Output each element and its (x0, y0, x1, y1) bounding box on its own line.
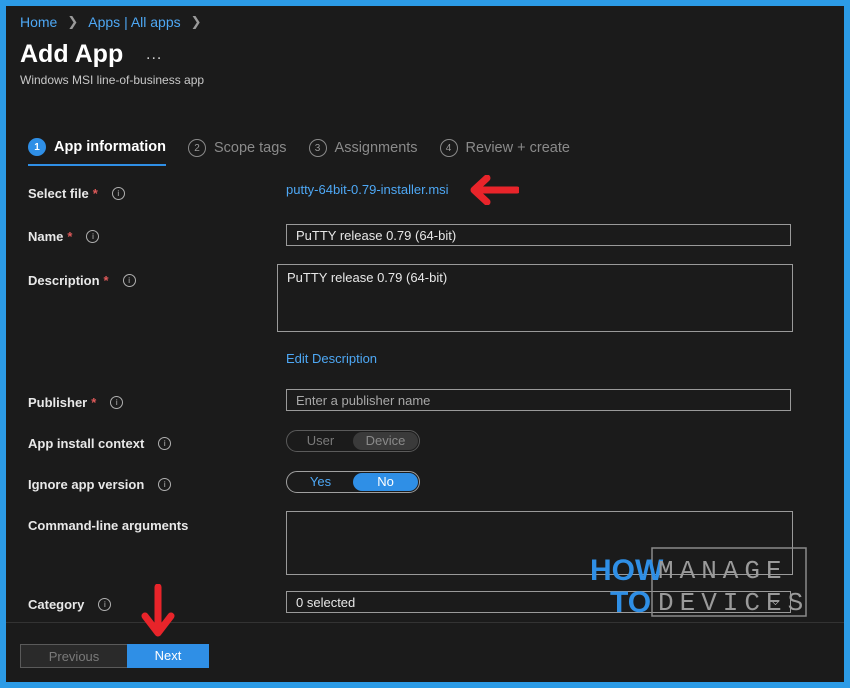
breadcrumb-home[interactable]: Home (20, 14, 57, 30)
edit-description-link[interactable]: Edit Description (286, 351, 377, 366)
ignore-version-toggle: Yes No (286, 471, 420, 493)
previous-button[interactable]: Previous (20, 644, 128, 668)
chevron-right-icon: ❯ (67, 14, 79, 29)
red-arrow-down-icon (141, 584, 175, 637)
category-value: 0 selected (296, 595, 356, 610)
required-marker: * (67, 229, 73, 244)
page-title: Add App (20, 40, 124, 68)
required-marker: * (103, 273, 109, 288)
tab-assignments[interactable]: 3 Assignments (308, 138, 418, 166)
step-number-icon: 2 (187, 139, 206, 157)
step-number-icon: 4 (439, 139, 458, 157)
install-context-toggle: User Device (286, 430, 420, 452)
svg-text:TO: TO (610, 586, 651, 619)
name-label: Name * i (28, 229, 100, 244)
tab-app-information[interactable]: 1 App information (28, 138, 166, 166)
red-arrow-left-icon (470, 175, 519, 205)
select-file-link[interactable]: putty-64bit-0.79-installer.msi (286, 182, 449, 197)
breadcrumb-apps[interactable]: Apps | All apps (88, 14, 180, 30)
tab-review-create[interactable]: 4 Review + create (439, 138, 570, 166)
tab-label: Scope tags (213, 140, 287, 156)
description-label: Description * i (28, 273, 136, 288)
svg-text:DEVICES: DEVICES (658, 588, 808, 618)
ignore-version-label: Ignore app version i (28, 477, 172, 492)
tab-label: Assignments (334, 140, 418, 156)
svg-text:MANAGE: MANAGE (658, 556, 788, 586)
description-textarea[interactable]: PuTTY release 0.79 (64-bit) (277, 264, 793, 332)
info-icon[interactable]: i (122, 274, 136, 287)
install-context-label: App install context i (28, 436, 172, 451)
toggle-option-device: Device (353, 432, 418, 450)
page-subtitle: Windows MSI line-of-business app (20, 73, 205, 87)
name-input[interactable]: PuTTY release 0.79 (64-bit) (286, 224, 791, 246)
publisher-label: Publisher * i (28, 395, 124, 410)
step-number-icon: 1 (28, 138, 46, 156)
info-icon[interactable]: i (158, 437, 172, 450)
select-file-label: Select file * i (28, 186, 125, 201)
tab-label: App information (54, 139, 166, 155)
next-button[interactable]: Next (127, 644, 209, 668)
required-marker: * (92, 186, 98, 201)
cmd-args-label: Command-line arguments (28, 518, 189, 533)
app-window: Home ❯ Apps | All apps ❯ Add App ... Win… (6, 6, 844, 682)
info-icon[interactable]: i (98, 598, 112, 611)
info-icon[interactable]: i (110, 396, 124, 409)
toggle-option-no[interactable]: No (353, 473, 418, 491)
info-icon[interactable]: i (111, 187, 125, 200)
required-marker: * (91, 395, 97, 410)
toggle-option-user: User (306, 433, 335, 448)
info-icon[interactable]: i (158, 478, 172, 491)
publisher-input[interactable]: Enter a publisher name (286, 389, 791, 411)
step-number-icon: 3 (308, 139, 327, 157)
howtomanagedevices-logo: HOW MANAGE TO DEVICES (590, 547, 808, 619)
breadcrumb: Home ❯ Apps | All apps ❯ (20, 14, 202, 30)
wizard-tabs: 1 App information 2 Scope tags 3 Assignm… (28, 138, 570, 166)
tab-label: Review + create (465, 140, 570, 156)
category-label: Category i (28, 597, 112, 612)
svg-text:HOW: HOW (590, 554, 664, 587)
info-icon[interactable]: i (86, 230, 100, 243)
toggle-option-yes[interactable]: Yes (288, 473, 353, 491)
tab-scope-tags[interactable]: 2 Scope tags (187, 138, 287, 166)
chevron-right-icon: ❯ (190, 14, 202, 29)
more-options-button[interactable]: ... (146, 46, 162, 64)
